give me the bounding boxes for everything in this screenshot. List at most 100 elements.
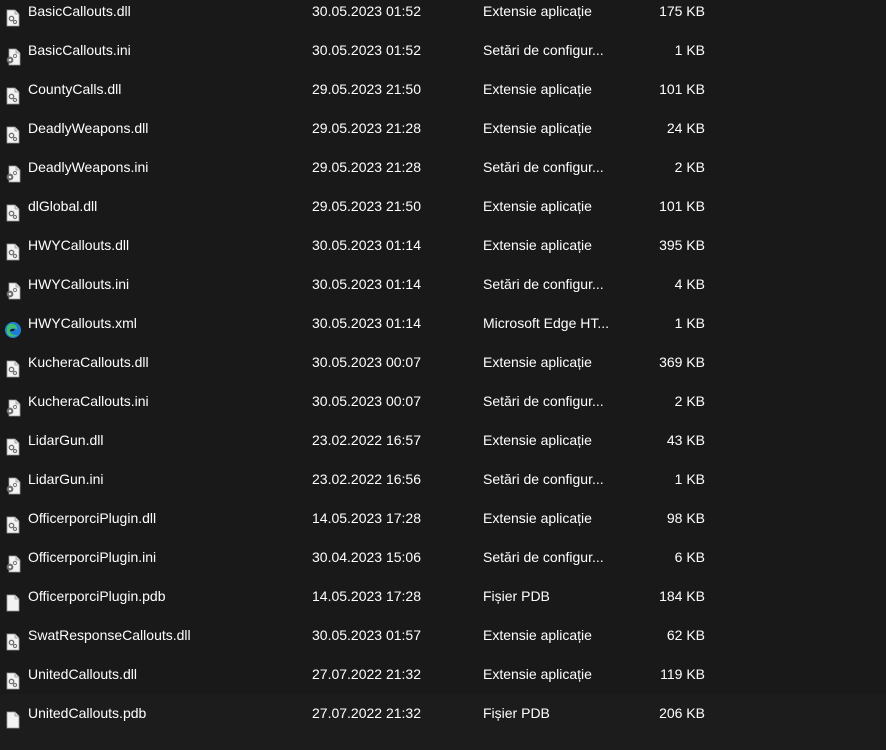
file-row[interactable]: UnitedCallouts.pdb 27.07.2022 21:32 Fișier… (0, 694, 886, 733)
file-type: Extensie aplicație (483, 510, 592, 526)
file-row[interactable]: KucheraCallouts.ini 30.05.2023 00:07 Setăr… (0, 382, 886, 421)
dll-file-icon (4, 120, 22, 144)
edge-icon (4, 315, 22, 338)
file-type: Fișier PDB (483, 588, 550, 604)
file-date-modified: 27.07.2022 21:32 (312, 705, 421, 721)
file-type: Setări de configur... (483, 42, 604, 58)
file-size: 1 KB (674, 471, 705, 487)
file-row[interactable]: OfficerporciPlugin.pdb 14.05.2023 17:28 Fi… (0, 577, 886, 616)
file-row[interactable]: DeadlyWeapons.dll 29.05.2023 21:28 Extensi… (0, 109, 886, 148)
file-size: 101 KB (659, 81, 705, 97)
file-type: Setări de configur... (483, 276, 604, 292)
file-date-modified: 30.05.2023 01:14 (312, 276, 421, 292)
ini-file-icon (4, 549, 22, 573)
file-date-modified: 14.05.2023 17:28 (312, 510, 421, 526)
file-type: Fișier PDB (483, 705, 550, 721)
blank-file-icon (4, 705, 22, 729)
dll-file-icon (4, 354, 22, 378)
file-name: OfficerporciPlugin.pdb (28, 588, 166, 604)
file-row[interactable]: SwatResponseCallouts.dll 30.05.2023 01:57… (0, 616, 886, 655)
file-date-modified: 30.05.2023 01:14 (312, 315, 421, 331)
file-name: OfficerporciPlugin.dll (28, 510, 157, 526)
file-size: 98 KB (666, 510, 705, 526)
file-size: 119 KB (660, 666, 705, 682)
file-date-modified: 23.02.2022 16:57 (312, 432, 421, 448)
file-size: 6 KB (674, 549, 705, 565)
file-name: OfficerporciPlugin.ini (28, 549, 157, 565)
file-row[interactable]: HWYCallouts.xml 30.05.2023 01:14 Microsoft… (0, 304, 886, 343)
file-date-modified: 30.05.2023 01:52 (312, 42, 421, 58)
file-row[interactable]: LidarGun.ini 23.02.2022 16:56 Setări de co… (0, 460, 886, 499)
file-row[interactable]: CountyCalls.dll 29.05.2023 21:50 Extensie … (0, 70, 886, 109)
file-date-modified: 30.05.2023 01:57 (312, 627, 421, 643)
list-footer-strip (0, 730, 886, 750)
file-size: 175 KB (659, 3, 705, 19)
file-size: 184 KB (659, 588, 705, 604)
file-row[interactable]: KucheraCallouts.dll 30.05.2023 00:07 Exten… (0, 343, 886, 382)
file-row[interactable]: HWYCallouts.ini 30.05.2023 01:14 Setări de… (0, 265, 886, 304)
file-type: Extensie aplicație (483, 237, 592, 253)
file-type: Setări de configur... (483, 159, 604, 175)
file-date-modified: 30.05.2023 01:14 (312, 237, 421, 253)
file-name: UnitedCallouts.dll (28, 666, 137, 682)
file-date-modified: 29.05.2023 21:28 (312, 159, 421, 175)
file-size: 2 KB (674, 159, 705, 175)
file-date-modified: 30.05.2023 00:07 (312, 354, 421, 370)
file-row[interactable]: BasicCallouts.ini 30.05.2023 01:52 Setări … (0, 31, 886, 70)
blank-file-icon (4, 588, 22, 612)
file-date-modified: 23.02.2022 16:56 (312, 471, 421, 487)
file-date-modified: 27.07.2022 21:32 (312, 666, 421, 682)
file-name: CountyCalls.dll (28, 81, 122, 97)
file-type: Extensie aplicație (483, 3, 592, 19)
file-date-modified: 30.04.2023 15:06 (312, 549, 421, 565)
file-type: Extensie aplicație (483, 198, 592, 214)
file-row[interactable]: BasicCallouts.dll 30.05.2023 01:52 Extensi… (0, 0, 886, 31)
file-size: 369 KB (659, 354, 705, 370)
file-name: KucheraCallouts.dll (28, 354, 149, 370)
ini-file-icon (4, 159, 22, 183)
dll-file-icon (4, 198, 22, 222)
dll-file-icon (4, 3, 22, 27)
file-type: Extensie aplicație (483, 120, 592, 136)
dll-file-icon (4, 237, 22, 261)
file-row[interactable]: HWYCallouts.dll 30.05.2023 01:14 Extensie … (0, 226, 886, 265)
file-size: 1 KB (674, 42, 705, 58)
file-type: Extensie aplicație (483, 354, 592, 370)
file-name: DeadlyWeapons.dll (28, 120, 149, 136)
file-name: HWYCallouts.dll (28, 237, 130, 253)
file-row[interactable]: OfficerporciPlugin.dll 14.05.2023 17:28 Ex… (0, 499, 886, 538)
file-type: Setări de configur... (483, 471, 604, 487)
file-name: BasicCallouts.ini (28, 42, 131, 58)
file-size: 2 KB (674, 393, 705, 409)
file-row[interactable]: DeadlyWeapons.ini 29.05.2023 21:28 Setări … (0, 148, 886, 187)
dll-file-icon (4, 432, 22, 456)
file-type: Extensie aplicație (483, 627, 592, 643)
ini-file-icon (4, 471, 22, 495)
file-row[interactable]: UnitedCallouts.dll 27.07.2022 21:32 Extens… (0, 655, 886, 694)
file-name: HWYCallouts.xml (28, 315, 137, 331)
file-date-modified: 14.05.2023 17:28 (312, 588, 421, 604)
file-size: 101 KB (659, 198, 705, 214)
file-type: Setări de configur... (483, 549, 604, 565)
file-row[interactable]: dlGlobal.dll 29.05.2023 21:50 Extensie apl… (0, 187, 886, 226)
file-date-modified: 30.05.2023 00:07 (312, 393, 421, 409)
file-size: 206 KB (659, 705, 705, 721)
file-size: 395 KB (659, 237, 705, 253)
file-row[interactable]: OfficerporciPlugin.ini 30.04.2023 15:06 Se… (0, 538, 886, 577)
file-name: LidarGun.ini (28, 471, 104, 487)
file-size: 24 KB (666, 120, 705, 136)
file-name: HWYCallouts.ini (28, 276, 130, 292)
file-type: Microsoft Edge HT... (483, 315, 610, 331)
file-row[interactable]: LidarGun.dll 23.02.2022 16:57 Extensie apl… (0, 421, 886, 460)
file-name: KucheraCallouts.ini (28, 393, 149, 409)
file-size: 43 KB (666, 432, 705, 448)
ini-file-icon (4, 276, 22, 300)
file-date-modified: 29.05.2023 21:50 (312, 81, 421, 97)
dll-file-icon (4, 666, 22, 690)
dll-file-icon (4, 510, 22, 534)
dll-file-icon (4, 627, 22, 651)
ini-file-icon (4, 42, 22, 66)
file-date-modified: 29.05.2023 21:28 (312, 120, 421, 136)
file-date-modified: 29.05.2023 21:50 (312, 198, 421, 214)
file-name: dlGlobal.dll (28, 198, 98, 214)
